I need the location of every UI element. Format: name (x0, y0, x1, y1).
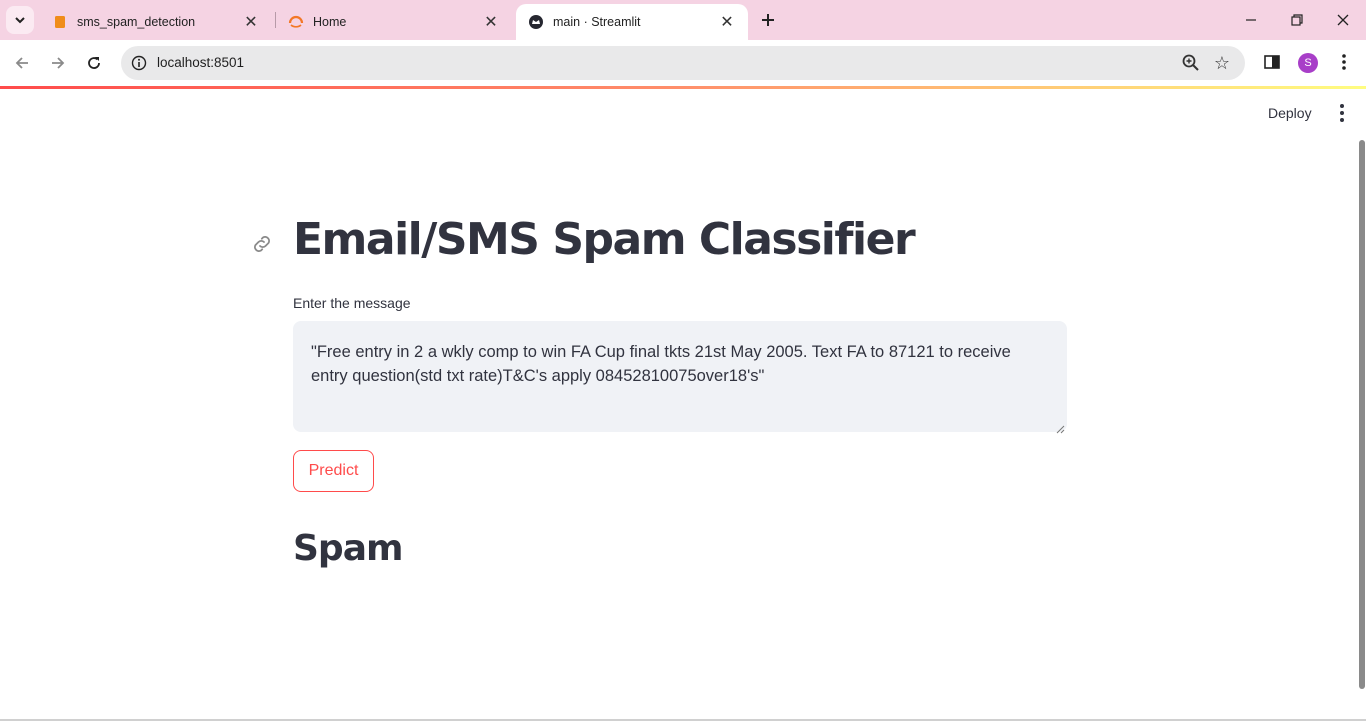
close-icon[interactable]: ✕ (718, 13, 736, 31)
tab-search-button[interactable] (6, 6, 34, 34)
plus-icon (762, 14, 774, 26)
close-window-button[interactable] (1320, 0, 1366, 40)
streamlit-icon (528, 14, 544, 30)
tab-title: sms_spam_detection (77, 15, 196, 29)
page-title: Email/SMS Spam Classifier (293, 214, 916, 265)
message-textarea[interactable]: "Free entry in 2 a wkly comp to win FA C… (293, 321, 1067, 432)
predict-button[interactable]: Predict (293, 450, 374, 492)
more-vert-icon (1342, 54, 1346, 70)
deploy-button[interactable]: Deploy (1258, 101, 1322, 125)
side-panel-button[interactable] (1262, 52, 1282, 72)
address-bar[interactable]: localhost:8501 ☆ (121, 46, 1245, 80)
arrow-left-icon (15, 57, 28, 69)
profile-initial: S (1304, 57, 1312, 69)
arrow-right-icon (52, 57, 65, 69)
close-icon[interactable]: ✕ (242, 13, 260, 31)
reload-button[interactable] (80, 49, 108, 77)
app-menu-button[interactable] (1332, 103, 1352, 123)
forward-button[interactable] (44, 49, 72, 77)
site-info-icon[interactable] (129, 53, 149, 73)
restore-icon (1291, 14, 1303, 26)
message-input-label: Enter the message (293, 295, 411, 311)
close-icon (1337, 14, 1349, 26)
profile-avatar[interactable]: S (1298, 53, 1318, 73)
page-scrollbar[interactable] (1359, 140, 1365, 689)
tab-title: Home (313, 15, 347, 29)
textarea-resize-handle[interactable] (1056, 421, 1065, 434)
tab-sms-spam-detection[interactable]: sms_spam_detection ✕ (40, 4, 272, 40)
browser-menu-button[interactable] (1334, 52, 1354, 72)
tab-title: main · Streamlit (553, 15, 641, 29)
zoom-icon[interactable] (1181, 53, 1201, 73)
more-vert-icon (1340, 104, 1344, 122)
jupyter-icon (288, 14, 304, 30)
url-text[interactable]: localhost:8501 (157, 55, 244, 70)
new-tab-button[interactable] (756, 8, 780, 32)
minimize-button[interactable] (1228, 0, 1274, 40)
browser-tab-strip: sms_spam_detection ✕ Home ✕ main · Strea… (0, 0, 1366, 40)
prediction-result: Spam (293, 528, 404, 569)
reload-icon (88, 57, 100, 69)
minimize-icon (1246, 19, 1256, 21)
notebook-icon (52, 14, 68, 30)
browser-toolbar: localhost:8501 ☆ (0, 40, 1366, 86)
heading-anchor-link-icon[interactable] (250, 232, 274, 256)
app-decoration-bar (0, 86, 1366, 89)
close-icon[interactable]: ✕ (482, 13, 500, 31)
restore-button[interactable] (1274, 0, 1320, 40)
tab-home[interactable]: Home ✕ (276, 4, 512, 40)
bookmark-star-icon[interactable]: ☆ (1211, 52, 1233, 74)
back-button[interactable] (8, 49, 36, 77)
tab-streamlit[interactable]: main · Streamlit ✕ (516, 4, 748, 40)
chevron-down-icon (15, 17, 25, 24)
side-panel-icon (1264, 55, 1280, 69)
